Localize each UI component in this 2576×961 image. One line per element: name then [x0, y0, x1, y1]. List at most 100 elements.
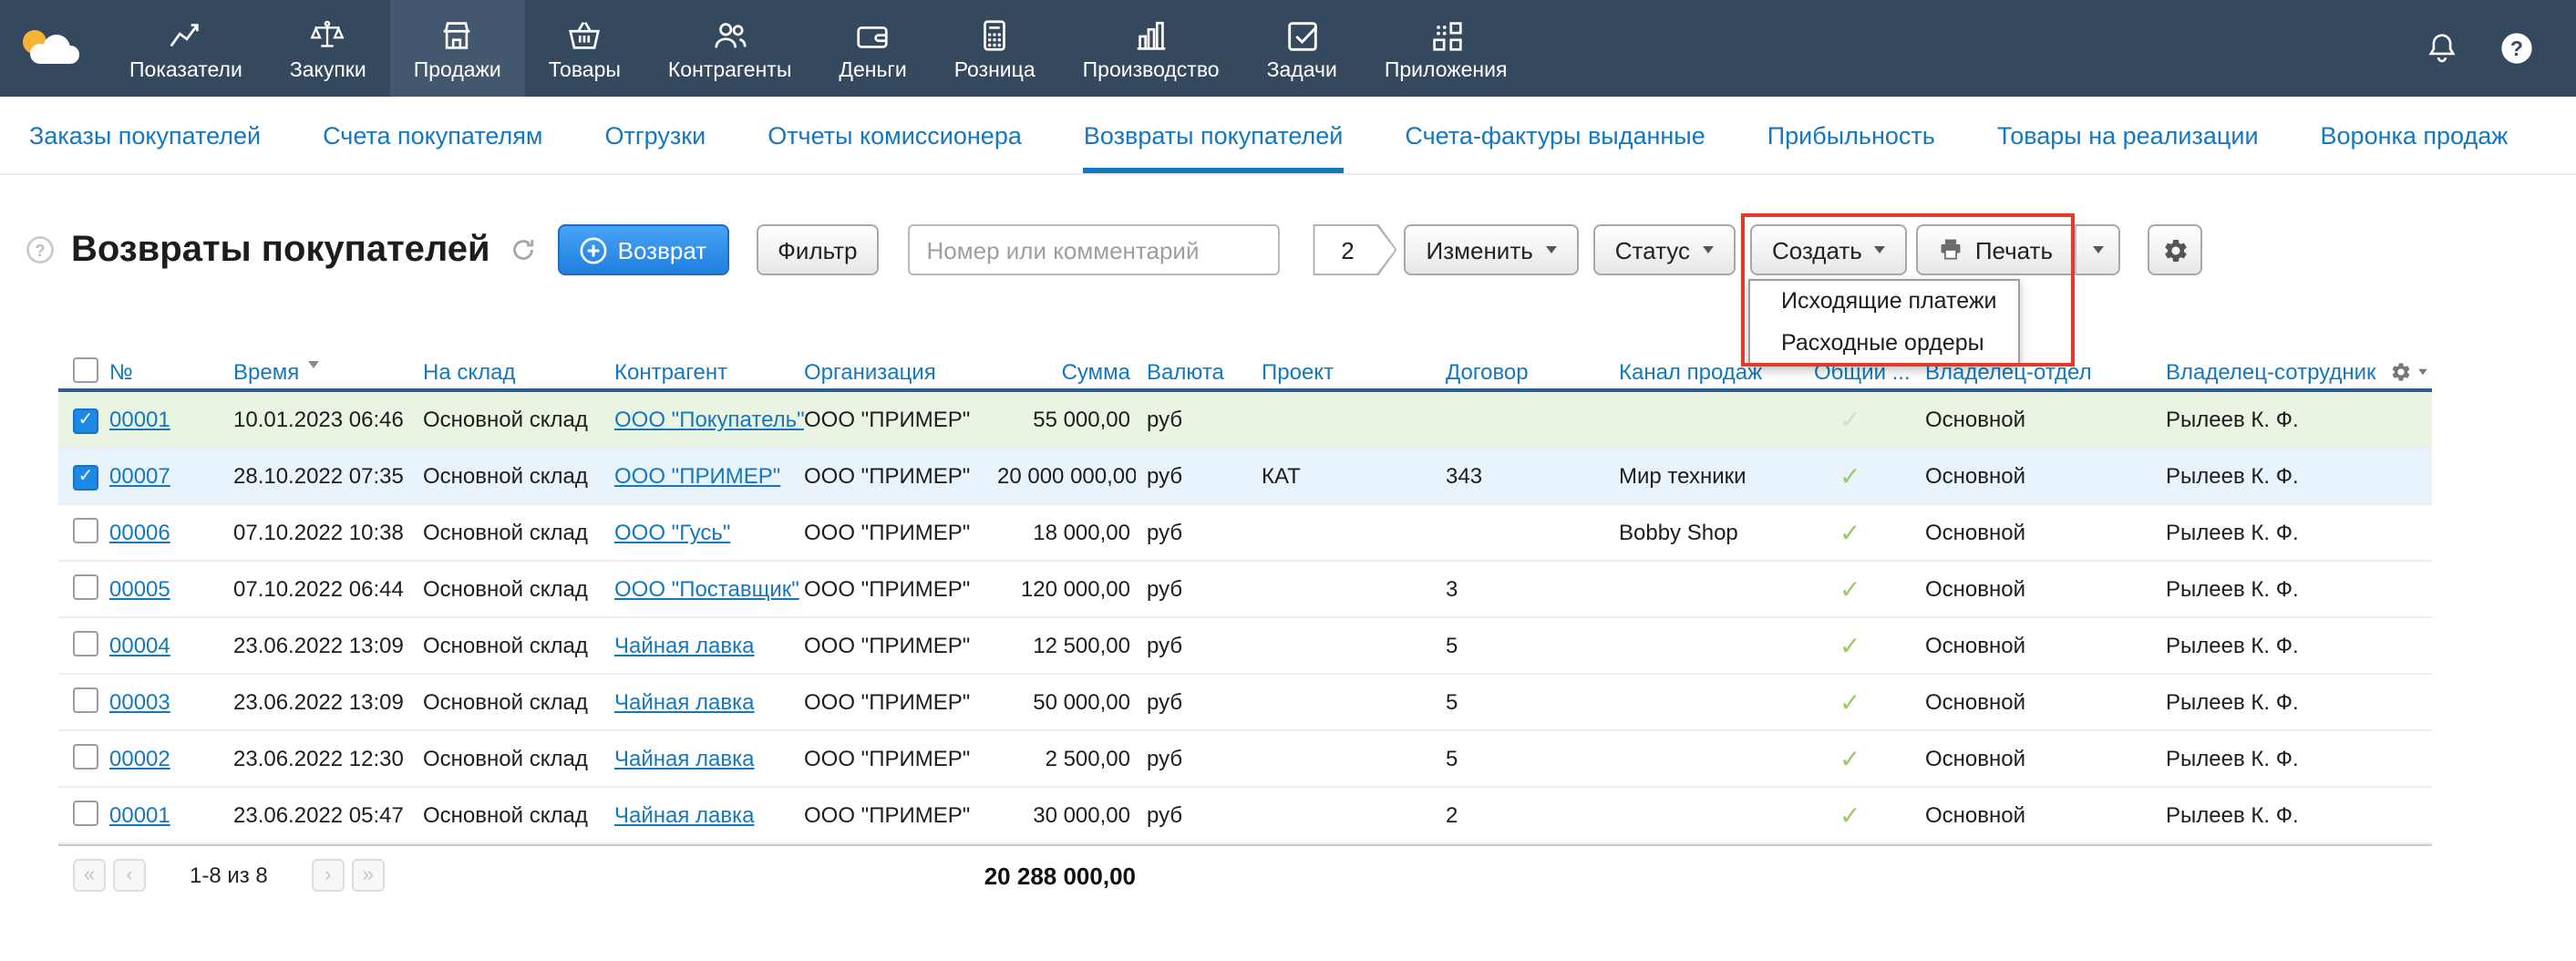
cell-counterparty: Чайная лавка — [614, 802, 804, 828]
shared-check-icon: ✓ — [1814, 630, 1860, 661]
print-button[interactable]: Печать — [1917, 224, 2075, 275]
basket-icon — [565, 16, 603, 54]
counterparty-link[interactable]: ООО "Покупатель" — [614, 407, 804, 432]
row-checkbox[interactable] — [73, 630, 98, 656]
refresh-icon[interactable] — [510, 237, 536, 263]
change-button[interactable]: Изменить — [1405, 224, 1579, 275]
document-number-link[interactable]: 00002 — [109, 746, 170, 771]
cell-owner-department: Основной — [1925, 520, 2166, 545]
column-settings-button[interactable] — [2388, 361, 2432, 383]
counterparty-link[interactable]: Чайная лавка — [614, 689, 755, 715]
row-checkbox[interactable] — [73, 743, 98, 769]
row-checkbox[interactable] — [73, 517, 98, 542]
row-checkbox[interactable]: ✓ — [73, 465, 98, 491]
nav-item-tasks[interactable]: Задачи — [1243, 0, 1361, 97]
row-checkbox[interactable] — [73, 687, 98, 712]
tab-issued-invoices[interactable]: Счета-фактуры выданные — [1405, 97, 1705, 173]
chevron-down-icon — [1875, 246, 1886, 253]
cell-counterparty: Чайная лавка — [614, 633, 804, 658]
tab-customer-orders[interactable]: Заказы покупателей — [29, 97, 261, 173]
nav-item-money[interactable]: Деньги — [815, 0, 930, 97]
app-logo-cloud-icon[interactable] — [0, 0, 106, 97]
row-select-cell[interactable] — [58, 517, 109, 548]
row-select-cell[interactable]: ✓ — [58, 461, 109, 491]
nav-item-indicators[interactable]: Показатели — [106, 0, 266, 97]
row-select-cell[interactable] — [58, 574, 109, 604]
column-header-2[interactable]: На склад — [423, 359, 614, 385]
search-input[interactable] — [909, 224, 1281, 275]
cell-shared: ✓ — [1814, 800, 1925, 831]
nav-item-goods[interactable]: Товары — [525, 0, 644, 97]
nav-item-purchases[interactable]: Закупки — [266, 0, 390, 97]
counterparty-link[interactable]: ООО "ПРИМЕР" — [614, 463, 780, 489]
row-select-cell[interactable]: ✓ — [58, 405, 109, 434]
wallet-icon — [854, 16, 892, 54]
cell-number: 00003 — [109, 689, 233, 715]
nav-item-apps[interactable]: Приложения — [1361, 0, 1531, 97]
cell-owner-department: Основной — [1925, 633, 2166, 658]
status-button[interactable]: Статус — [1593, 224, 1736, 275]
return-button[interactable]: Возврат — [558, 224, 729, 275]
column-header-7[interactable]: Проект — [1262, 359, 1446, 385]
settings-gear-button[interactable] — [2148, 224, 2202, 275]
create-menu-item-0[interactable]: Исходящие платежи — [1750, 281, 2018, 323]
document-number-link[interactable]: 00006 — [109, 520, 170, 545]
cell-shared: ✓ — [1814, 574, 1925, 604]
print-dropdown-toggle[interactable] — [2075, 224, 2120, 275]
table-row: 00001 23.06.2022 05:47 Основной склад Ча… — [58, 788, 2432, 844]
counterparty-link[interactable]: Чайная лавка — [614, 802, 755, 828]
nav-item-counterparties[interactable]: Контрагенты — [644, 0, 815, 97]
cell-shared: ✓ — [1814, 517, 1925, 548]
counterparty-link[interactable]: Чайная лавка — [614, 746, 755, 771]
counterparty-link[interactable]: ООО "Гусь" — [614, 520, 730, 545]
counterparty-link[interactable]: ООО "Поставщик" — [614, 576, 799, 602]
column-header-6[interactable]: Валюта — [1136, 359, 1262, 385]
tab-customer-invoices[interactable]: Счета покупателям — [323, 97, 542, 173]
tab-commissioner-reports[interactable]: Отчеты комиссионера — [768, 97, 1022, 173]
counterparty-link[interactable]: Чайная лавка — [614, 633, 755, 658]
document-number-link[interactable]: 00007 — [109, 463, 170, 489]
nav-item-retail[interactable]: Розница — [931, 0, 1059, 97]
row-checkbox[interactable] — [73, 800, 98, 825]
cell-project: КАТ — [1262, 463, 1446, 489]
cell-counterparty: ООО "Покупатель" — [614, 407, 804, 432]
column-header-0[interactable]: № — [109, 359, 233, 385]
row-checkbox[interactable]: ✓ — [73, 408, 98, 434]
filter-button[interactable]: Фильтр — [756, 224, 879, 275]
row-select-cell[interactable] — [58, 800, 109, 831]
notifications-bell-icon[interactable] — [2423, 29, 2461, 67]
row-checkbox[interactable] — [73, 574, 98, 599]
row-select-cell[interactable] — [58, 630, 109, 661]
document-number-link[interactable]: 00003 — [109, 689, 170, 715]
help-icon[interactable]: ? — [2498, 29, 2536, 67]
document-number-link[interactable]: 00004 — [109, 633, 170, 658]
tab-goods-on-sale[interactable]: Товары на реализации — [1997, 97, 2259, 173]
page-help-icon[interactable]: ? — [26, 235, 55, 264]
document-number-link[interactable]: 00001 — [109, 802, 170, 828]
row-select-cell[interactable] — [58, 743, 109, 774]
select-all-checkbox[interactable] — [58, 356, 109, 388]
column-header-3[interactable]: Контрагент — [614, 359, 804, 385]
cell-amount: 18 000,00 — [997, 520, 1136, 545]
tab-profitability[interactable]: Прибыльность — [1767, 97, 1935, 173]
column-header-4[interactable]: Организация — [804, 359, 997, 385]
cell-organization: ООО "ПРИМЕР" — [804, 689, 997, 715]
create-menu-item-1[interactable]: Расходные ордеры — [1750, 323, 2018, 365]
nav-item-sales[interactable]: Продажи — [390, 0, 525, 97]
document-number-link[interactable]: 00005 — [109, 576, 170, 602]
document-number-link[interactable]: 00001 — [109, 407, 170, 432]
row-select-cell[interactable] — [58, 687, 109, 718]
chevron-down-icon — [1546, 246, 1557, 253]
cell-time: 23.06.2022 05:47 — [233, 802, 423, 828]
tab-shipments[interactable]: Отгрузки — [604, 97, 706, 173]
column-header-8[interactable]: Договор — [1446, 359, 1619, 385]
column-header-1[interactable]: Время — [233, 359, 423, 385]
column-header-5[interactable]: Сумма — [997, 359, 1136, 385]
tab-customer-returns[interactable]: Возвраты покупателей — [1084, 97, 1344, 173]
create-print-group: Создать Печать Исходящие платежиРасходны… — [1750, 224, 2120, 275]
create-button[interactable]: Создать — [1750, 224, 1908, 275]
column-header-12[interactable]: Владелец-сотрудник — [2166, 359, 2388, 385]
cell-owner-employee: Рылеев К. Ф. — [2166, 576, 2388, 602]
nav-item-production[interactable]: Производство — [1059, 0, 1243, 97]
tab-sales-funnel[interactable]: Воронка продаж — [2321, 97, 2509, 173]
